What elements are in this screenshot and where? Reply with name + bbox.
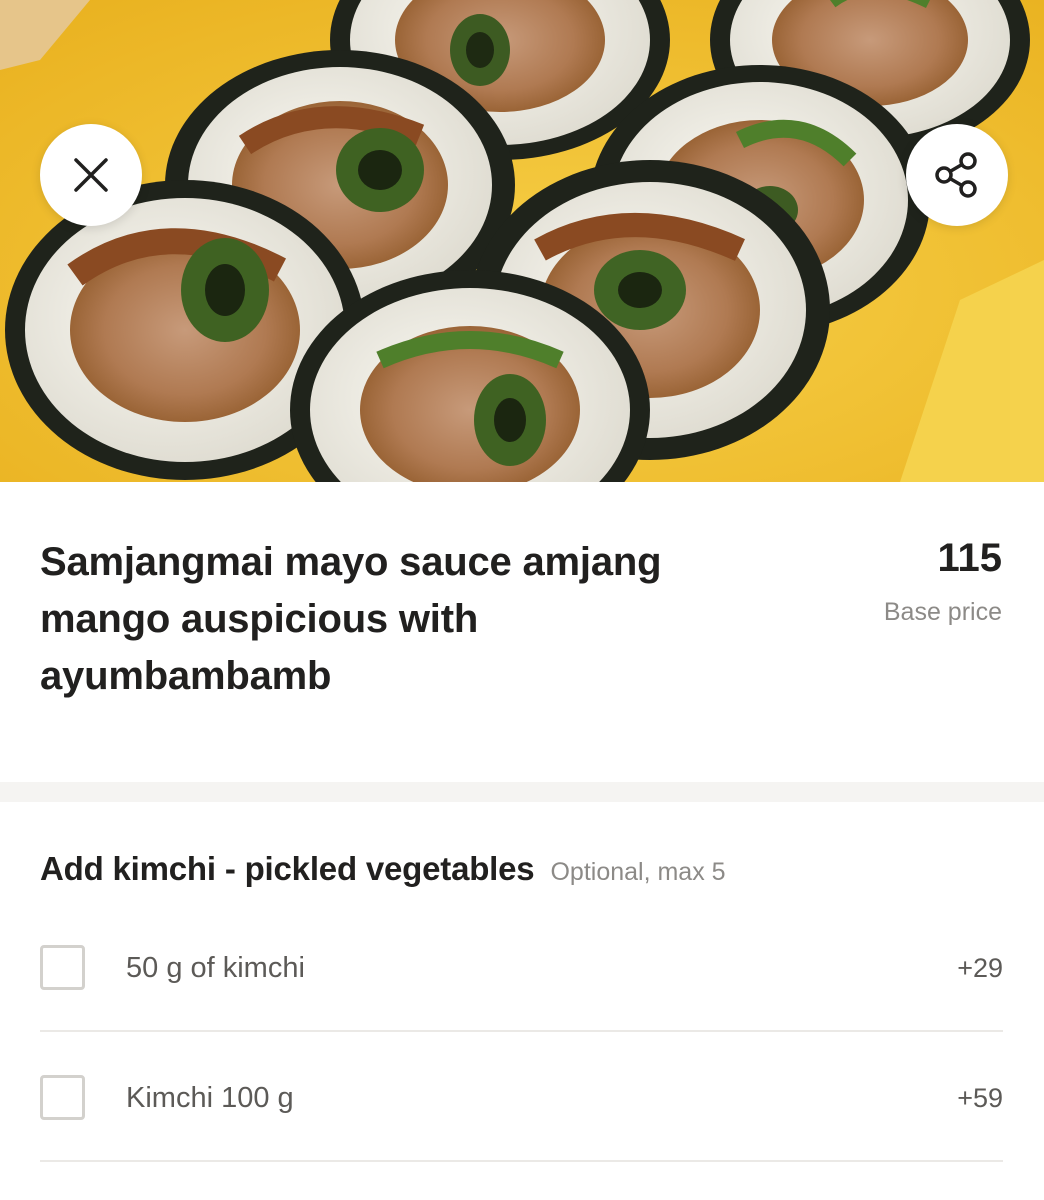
addon-label: 50 g of kimchi [126,952,305,984]
close-button[interactable] [40,124,142,226]
product-title: Samjangmai mayo sauce amjang mango auspi… [40,540,662,698]
product-photo [0,0,1044,482]
share-icon [935,152,977,198]
checkbox[interactable] [40,1075,85,1120]
checkbox[interactable] [40,945,85,990]
addons-section: Add kimchi - pickled vegetables Optional… [0,802,1044,1200]
product-info: Samjangmai mayo sauce amjang mango auspi… [0,482,1044,782]
addon-label: Kimchi 100 g [126,1082,294,1114]
section-separator [0,782,1044,802]
close-icon [74,158,108,192]
kimbap-rolls-photo [0,0,1044,482]
addons-note: Optional, max 5 [550,858,726,886]
row-divider [40,1160,1003,1162]
product-price: 115 [937,536,1002,580]
addons-header: Add kimchi - pickled vegetables Optional… [40,850,726,888]
addons-title: Add kimchi - pickled vegetables [40,850,535,887]
share-button[interactable] [906,124,1008,226]
addon-option[interactable]: 50 g of kimchi +29 [40,902,1003,1032]
addon-option[interactable]: Kimchi 100 g +59 [40,1032,1003,1162]
price-caption: Base price [883,598,1002,626]
addon-price: +59 [957,1083,1003,1113]
addon-price: +29 [957,953,1003,983]
